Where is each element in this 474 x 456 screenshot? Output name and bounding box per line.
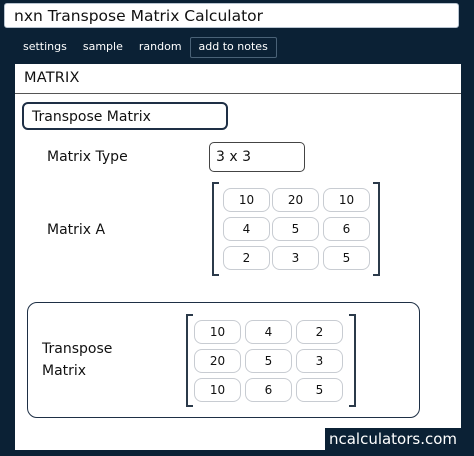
matrix-a-cell-r2c2[interactable]: 5 bbox=[272, 217, 319, 241]
transpose-cell-r2c1: 20 bbox=[194, 349, 241, 373]
matrix-a-cell-r1c2[interactable]: 20 bbox=[272, 188, 319, 212]
menu-bar: settings sample random add to notes bbox=[15, 37, 277, 58]
matrix-a-cell-r1c1[interactable]: 10 bbox=[223, 188, 270, 212]
left-bracket bbox=[212, 182, 219, 276]
left-bracket bbox=[186, 314, 193, 407]
transpose-cell-r3c1: 10 bbox=[194, 378, 241, 402]
transpose-cell-r3c2: 6 bbox=[245, 378, 292, 402]
transpose-grid: 10 4 2 20 5 3 10 6 5 bbox=[186, 314, 356, 407]
transpose-label-line2: Matrix bbox=[42, 363, 87, 379]
matrix-a-cell-r3c1[interactable]: 2 bbox=[223, 246, 270, 270]
right-bracket bbox=[349, 314, 356, 407]
panel-title: MATRIX bbox=[24, 70, 80, 86]
transpose-cell-r2c2: 5 bbox=[245, 349, 292, 373]
transpose-cell-r2c3: 3 bbox=[296, 349, 343, 373]
matrix-a-grid: 10 20 10 4 5 6 2 3 5 bbox=[212, 182, 380, 276]
matrix-a-cell-r3c3[interactable]: 5 bbox=[323, 246, 370, 270]
matrix-a-cell-r3c2[interactable]: 3 bbox=[272, 246, 319, 270]
matrix-type-select[interactable]: 3 x 3 bbox=[209, 142, 305, 172]
settings-menu-item[interactable]: settings bbox=[15, 37, 75, 58]
transpose-cell-r1c3: 2 bbox=[296, 320, 343, 344]
matrix-a-cell-r1c3[interactable]: 10 bbox=[323, 188, 370, 212]
transpose-cell-r3c3: 5 bbox=[296, 378, 343, 402]
matrix-panel: MATRIX Transpose Matrix Matrix Type 3 x … bbox=[15, 64, 461, 450]
transpose-cell-r1c1: 10 bbox=[194, 320, 241, 344]
sample-menu-item[interactable]: sample bbox=[75, 37, 131, 58]
section-title: Transpose Matrix bbox=[32, 109, 151, 125]
right-bracket bbox=[373, 182, 380, 276]
section-title-box: Transpose Matrix bbox=[22, 102, 228, 130]
random-menu-item[interactable]: random bbox=[131, 37, 190, 58]
site-link[interactable]: ncalculators.com bbox=[325, 428, 461, 450]
transpose-label-line1: Transpose bbox=[42, 341, 113, 357]
matrix-a-cell-r2c3[interactable]: 6 bbox=[323, 217, 370, 241]
transpose-cell-r1c2: 4 bbox=[245, 320, 292, 344]
matrix-type-label: Matrix Type bbox=[47, 149, 128, 165]
panel-header: MATRIX bbox=[15, 64, 461, 94]
matrix-a-label: Matrix A bbox=[47, 222, 106, 238]
add-to-notes-menu-item[interactable]: add to notes bbox=[189, 37, 277, 58]
title-bar: nxn Transpose Matrix Calculator bbox=[4, 3, 459, 28]
matrix-type-value: 3 x 3 bbox=[216, 149, 251, 165]
matrix-a-cell-r2c1[interactable]: 4 bbox=[223, 217, 270, 241]
page-title: nxn Transpose Matrix Calculator bbox=[14, 7, 264, 25]
transpose-result-box: Transpose Matrix 10 4 2 20 5 3 10 6 5 bbox=[27, 302, 420, 418]
